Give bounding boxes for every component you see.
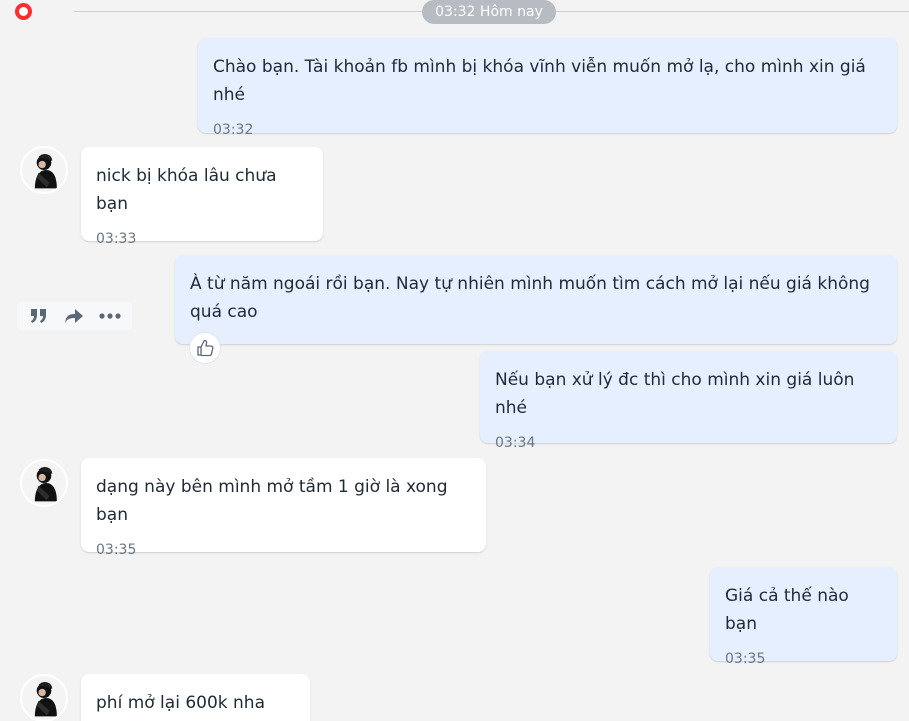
message-time: 03:35 — [96, 542, 137, 558]
like-button[interactable] — [190, 333, 220, 363]
message-text: nick bị khóa lâu chưa bạn — [96, 166, 277, 214]
message-bubble-incoming[interactable]: phí mở lại 600k nha bạn — [81, 674, 310, 721]
message-actions — [17, 302, 132, 330]
message-text: Giá cả thế nào bạn — [725, 586, 849, 634]
forward-button[interactable] — [60, 304, 88, 328]
message-text: Nếu bạn xử lý đc thì cho mình xin giá lu… — [495, 370, 855, 418]
message-bubble-outgoing[interactable]: Giá cả thế nào bạn 03:35 — [710, 567, 897, 667]
forward-icon — [65, 309, 84, 323]
message-bubble-outgoing[interactable]: Nếu bạn xử lý đc thì cho mình xin giá lu… — [480, 351, 897, 451]
chat-thread: 03:32 Hôm nay Chào bạn. Tài khoản fb mìn… — [0, 0, 909, 721]
message-time: 03:32 — [213, 122, 254, 138]
quote-icon — [30, 309, 46, 323]
message-time: 03:35 — [725, 651, 766, 667]
message-text: À từ năm ngoái rồi bạn. Nay tự nhiên mìn… — [190, 274, 870, 322]
thumbs-up-icon — [197, 339, 214, 357]
message-text: dạng này bên mình mở tầm 1 giờ là xong b… — [96, 477, 448, 525]
more-button[interactable] — [96, 304, 124, 328]
avatar-photo — [22, 676, 66, 720]
avatar-photo — [22, 148, 66, 192]
message-time: 03:33 — [96, 231, 137, 247]
message-bubble-outgoing[interactable]: Chào bạn. Tài khoản fb mình bị khóa vĩnh… — [198, 38, 897, 138]
avatar[interactable] — [20, 674, 68, 721]
message-bubble-incoming[interactable]: dạng này bên mình mở tầm 1 giờ là xong b… — [81, 458, 486, 558]
more-icon — [99, 313, 121, 319]
ring-icon[interactable] — [15, 3, 32, 20]
avatar[interactable] — [20, 459, 68, 507]
avatar[interactable] — [20, 146, 68, 194]
message-bubble-incoming[interactable]: nick bị khóa lâu chưa bạn 03:33 — [81, 147, 323, 247]
message-text: Chào bạn. Tài khoản fb mình bị khóa vĩnh… — [213, 57, 866, 105]
avatar-photo — [22, 461, 66, 505]
date-separator: 03:32 Hôm nay — [422, 0, 556, 24]
message-bubble-outgoing[interactable]: À từ năm ngoái rồi bạn. Nay tự nhiên mìn… — [175, 255, 897, 344]
message-time: 03:34 — [495, 435, 536, 451]
message-text: phí mở lại 600k nha bạn — [96, 693, 265, 713]
quote-button[interactable] — [25, 304, 53, 328]
